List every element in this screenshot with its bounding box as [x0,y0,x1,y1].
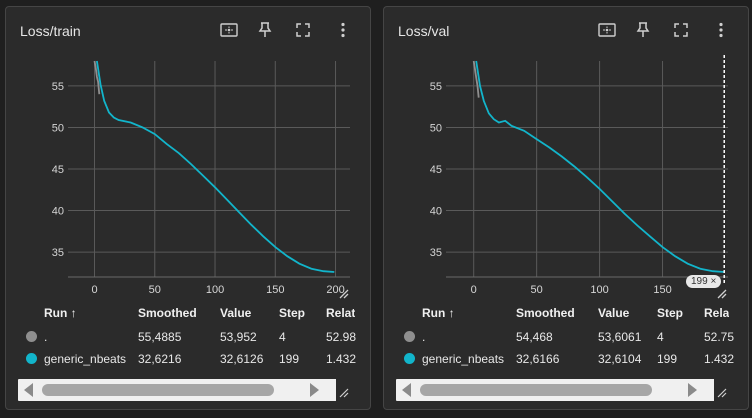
relative-time: 1.432 [326,352,357,366]
y-tick-label: 50 [430,122,442,134]
x-tick-label: 50 [531,284,543,296]
fullscreen-icon[interactable] [670,19,692,41]
x-tick-label: 0 [471,284,477,296]
smoothed-value: 32,6216 [138,352,182,366]
step: 199 [279,352,300,366]
close-icon[interactable]: × [710,276,716,287]
col-value[interactable]: Value [598,303,629,323]
pin-icon[interactable] [254,19,276,41]
scroll-right-icon[interactable] [310,383,319,397]
run-color-dot [26,353,37,364]
run-color-dot [26,331,37,342]
x-tick-label: 100 [206,284,224,296]
resize-handle-icon[interactable] [338,288,350,300]
y-tick-label: 45 [52,164,64,176]
horizontal-scrollbar[interactable] [396,379,730,401]
col-step[interactable]: Step [279,303,305,323]
step-cursor-label[interactable]: 199 × [686,275,722,288]
fit-domain-icon[interactable] [596,19,618,41]
resize-handle-icon[interactable] [716,288,728,300]
table-resize-grip[interactable] [714,379,730,401]
table-row[interactable]: . 55,4885 53,952 4 52.98 [20,327,370,347]
value: 32,6104 [598,352,642,366]
relative-time: 52.75 [704,330,735,344]
table-row[interactable]: generic_nbeats 32,6166 32,6104 199 1.432 [398,349,748,369]
y-tick-label: 55 [52,81,64,93]
y-tick-label: 40 [52,206,64,218]
y-tick-label: 45 [430,164,442,176]
col-relative[interactable]: Rela [704,303,729,323]
card-title: Loss/val [398,23,450,39]
col-smoothed[interactable]: Smoothed [138,303,197,323]
y-tick-label: 55 [430,81,442,93]
x-tick-label: 0 [91,284,97,296]
table-row[interactable]: generic_nbeats 32,6216 32,6126 199 1.432 [20,349,370,369]
scroll-left-icon[interactable] [24,383,33,397]
col-run[interactable]: Run ↑ [44,303,77,323]
run-color-dot [404,331,415,342]
fit-domain-icon[interactable] [218,19,240,41]
x-tick-label: 150 [653,284,671,296]
smoothed-value: 55,4885 [138,330,182,344]
horizontal-scrollbar[interactable] [18,379,352,401]
card-title: Loss/train [20,23,81,39]
smoothed-value: 32,6166 [516,352,560,366]
value: 53,6061 [598,330,642,344]
y-tick-label: 50 [52,122,64,134]
y-tick-label: 35 [52,247,64,259]
fullscreen-icon[interactable] [292,19,314,41]
run-name: . [422,330,426,344]
more-vert-icon[interactable] [710,19,732,41]
chart-card-loss-val: Loss/val 55 50 45 40 35 0 50 100 150 199 × Run … [383,6,749,410]
table-header: Run ↑ Smoothed Value Step Relat [20,303,370,323]
x-tick-label: 50 [149,284,161,296]
step: 4 [657,330,664,344]
scroll-thumb[interactable] [42,384,274,396]
run-name: generic_nbeats [422,352,505,366]
line-chart[interactable]: 55 50 45 40 35 0 50 100 150 [384,51,748,301]
line-chart[interactable]: 5550454035 0 50 100 150 200 [6,51,370,301]
run-name: generic_nbeats [44,352,127,366]
col-value[interactable]: Value [220,303,251,323]
x-tick-label: 150 [266,284,284,296]
value: 53,952 [220,330,257,344]
more-vert-icon[interactable] [332,19,354,41]
scroll-thumb[interactable] [420,384,652,396]
x-tick-label: 100 [590,284,608,296]
run-color-dot [404,353,415,364]
step: 199 [657,352,678,366]
chart-card-loss-train: Loss/train 55 50 45 40 35 0 50 100 150 200 Run ↑… [5,6,371,410]
col-relative[interactable]: Relat [326,303,355,323]
table-row[interactable]: . 54,468 53,6061 4 52.75 [398,327,748,347]
pin-icon[interactable] [632,19,654,41]
value: 32,6126 [220,352,264,366]
cursor-step-value: 199 [691,276,708,287]
scroll-left-icon[interactable] [402,383,411,397]
col-smoothed[interactable]: Smoothed [516,303,575,323]
relative-time: 52.98 [326,330,357,344]
y-tick-label: 40 [430,206,442,218]
step: 4 [279,330,286,344]
scroll-right-icon[interactable] [688,383,697,397]
relative-time: 1.432 [704,352,735,366]
smoothed-value: 54,468 [516,330,553,344]
col-step[interactable]: Step [657,303,683,323]
table-header: Run ↑ Smoothed Value Step Rela [398,303,748,323]
col-run[interactable]: Run ↑ [422,303,455,323]
run-name: . [44,330,48,344]
table-resize-grip[interactable] [336,379,352,401]
y-tick-label: 35 [430,247,442,259]
